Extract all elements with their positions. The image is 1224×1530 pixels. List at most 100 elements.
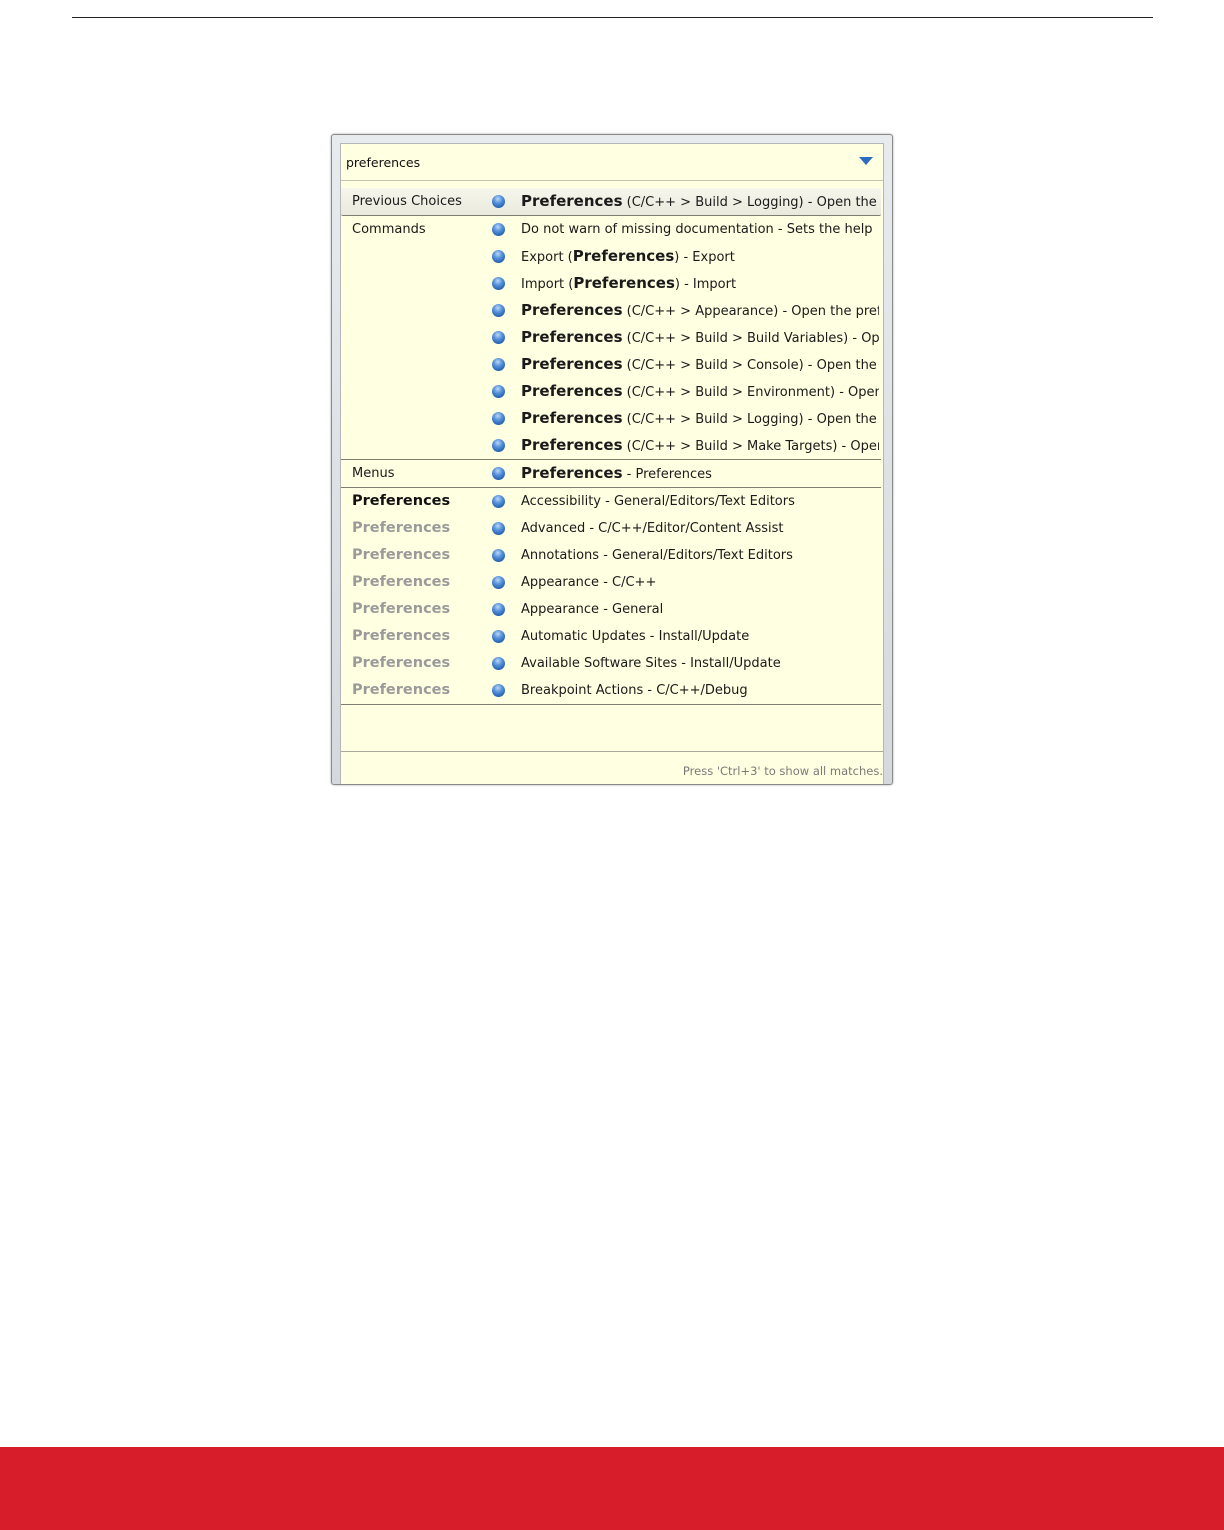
entry-text-part: Appearance - C/C++ xyxy=(521,575,657,590)
result-row[interactable]: Menus Preferences - Preferences xyxy=(341,460,881,488)
entry-text-part: Do not warn of missing documentation - S… xyxy=(521,222,873,237)
blue-sphere-icon xyxy=(492,549,505,562)
entry-text-part: ) - Import xyxy=(674,277,737,292)
highlighted-match: Preferences xyxy=(521,382,623,400)
chevron-down-icon[interactable] xyxy=(859,157,873,165)
result-entry-text: Advanced - C/C++/Editor/Content Assist xyxy=(521,515,879,542)
blue-sphere-icon xyxy=(492,195,505,208)
result-row[interactable]: Preferences Accessibility - General/Edito… xyxy=(341,488,881,515)
entry-text-part: ) - Export xyxy=(674,250,735,265)
result-entry-text: Annotations - General/Editors/Text Edito… xyxy=(521,542,879,569)
entry-text-part: Accessibility - General/Editors/Text Edi… xyxy=(521,494,795,509)
result-entry-text: Preferences (C/C++ > Build > Environment… xyxy=(521,378,879,405)
result-entry-text: Import (Preferences) - Import xyxy=(521,270,879,297)
entry-text-part: (C/C++ > Build > Logging) - Open the pre… xyxy=(626,195,879,210)
result-row[interactable]: Preferences Automatic Updates - Install/U… xyxy=(341,623,881,650)
result-category-label: Preferences xyxy=(352,520,451,536)
status-bar: Press 'Ctrl+3' to show all matches. xyxy=(341,751,883,784)
result-row[interactable]: Preferences Annotations - General/Editors… xyxy=(341,542,881,569)
quick-access-panel: Previous Choices Preferences (C/C++ > Bui… xyxy=(340,143,884,784)
entry-text-part: (C/C++ > Build > Logging) - Open the pre… xyxy=(626,412,879,427)
entry-text-part: Breakpoint Actions - C/C++/Debug xyxy=(521,683,748,698)
result-category-label: Preferences xyxy=(352,601,451,617)
result-row[interactable]: Preferences (C/C++ > Build > Make Target… xyxy=(341,432,881,460)
page-header-rule xyxy=(72,17,1153,18)
result-entry-text: Accessibility - General/Editors/Text Edi… xyxy=(521,488,879,515)
blue-sphere-icon xyxy=(492,358,505,371)
quick-access-search-box[interactable] xyxy=(341,144,883,181)
result-entry-text: Preferences - Preferences xyxy=(521,460,879,487)
result-row[interactable]: Preferences (C/C++ > Appearance) - Open … xyxy=(341,297,881,324)
result-entry-text: Do not warn of missing documentation - S… xyxy=(521,216,879,243)
result-entry-text: Appearance - C/C++ xyxy=(521,569,879,596)
blue-sphere-icon xyxy=(492,522,505,535)
blue-sphere-icon xyxy=(492,684,505,697)
result-row[interactable]: Preferences Appearance - C/C++ xyxy=(341,569,881,596)
result-entry-text: Preferences (C/C++ > Appearance) - Open … xyxy=(521,297,879,324)
entry-text-part: (C/C++ > Build > Environment) - Open the xyxy=(626,385,879,400)
blue-sphere-icon xyxy=(492,331,505,344)
result-category-label: Menus xyxy=(352,466,395,481)
result-entry-text: Preferences (C/C++ > Build > Make Target… xyxy=(521,432,879,459)
entry-text-part: Automatic Updates - Install/Update xyxy=(521,629,750,644)
entry-text-part: Import ( xyxy=(521,277,574,292)
result-row[interactable]: Preferences (C/C++ > Build > Build Varia… xyxy=(341,324,881,351)
results-list: Previous Choices Preferences (C/C++ > Bui… xyxy=(341,188,881,705)
result-entry-text: Automatic Updates - Install/Update xyxy=(521,623,879,650)
quick-access-popup: Previous Choices Preferences (C/C++ > Bui… xyxy=(331,134,893,785)
highlighted-match: Preferences xyxy=(573,274,675,292)
result-row[interactable]: Export (Preferences) - Export xyxy=(341,243,881,270)
blue-sphere-icon xyxy=(492,576,505,589)
highlighted-match: Preferences xyxy=(521,409,623,427)
result-row[interactable]: Commands Do not warn of missing documenta… xyxy=(341,216,881,243)
highlighted-match: Preferences xyxy=(521,328,623,346)
highlighted-match: Preferences xyxy=(521,436,623,454)
result-row[interactable]: Preferences Advanced - C/C++/Editor/Conte… xyxy=(341,515,881,542)
entry-text-part: Available Software Sites - Install/Updat… xyxy=(521,656,781,671)
result-entry-text: Available Software Sites - Install/Updat… xyxy=(521,650,879,677)
entry-text-part: (C/C++ > Build > Console) - Open the pre… xyxy=(626,358,879,373)
blue-sphere-icon xyxy=(492,630,505,643)
entry-text-part: - Preferences xyxy=(622,467,712,482)
result-category-label: Preferences xyxy=(352,493,451,509)
result-row[interactable]: Previous Choices Preferences (C/C++ > Bui… xyxy=(341,188,881,216)
result-entry-text: Export (Preferences) - Export xyxy=(521,243,879,270)
blue-sphere-icon xyxy=(492,495,505,508)
entry-text-part: Advanced - C/C++/Editor/Content Assist xyxy=(521,521,784,536)
entry-text-part: (C/C++ > Appearance) - Open the preferen… xyxy=(626,304,879,319)
blue-sphere-icon xyxy=(492,250,505,263)
result-row[interactable]: Preferences Breakpoint Actions - C/C++/De… xyxy=(341,677,881,705)
blue-sphere-icon xyxy=(492,439,505,452)
status-hint: Press 'Ctrl+3' to show all matches. xyxy=(682,764,883,778)
result-entry-text: Preferences (C/C++ > Build > Console) - … xyxy=(521,351,879,378)
result-category-label: Preferences xyxy=(352,547,451,563)
blue-sphere-icon xyxy=(492,223,505,236)
result-row[interactable]: Preferences (C/C++ > Build > Environment… xyxy=(341,378,881,405)
entry-text-part: (C/C++ > Build > Make Targets) - Open th… xyxy=(626,439,879,454)
result-row[interactable]: Preferences (C/C++ > Build > Console) - … xyxy=(341,351,881,378)
highlighted-match: Preferences xyxy=(521,355,623,373)
result-category-label: Previous Choices xyxy=(352,194,462,209)
result-row[interactable]: Preferences Available Software Sites - In… xyxy=(341,650,881,677)
blue-sphere-icon xyxy=(492,412,505,425)
blue-sphere-icon xyxy=(492,657,505,670)
result-category-label: Preferences xyxy=(352,682,451,698)
entry-text-part: Export ( xyxy=(521,250,573,265)
highlighted-match: Preferences xyxy=(521,192,623,210)
blue-sphere-icon xyxy=(492,467,505,480)
result-entry-text: Preferences (C/C++ > Build > Logging) - … xyxy=(521,405,879,432)
result-entry-text: Preferences (C/C++ > Build > Logging) - … xyxy=(521,188,879,215)
result-entry-text: Preferences (C/C++ > Build > Build Varia… xyxy=(521,324,879,351)
result-row[interactable]: Preferences (C/C++ > Build > Logging) - … xyxy=(341,405,881,432)
result-row[interactable]: Preferences Appearance - General xyxy=(341,596,881,623)
result-entry-text: Appearance - General xyxy=(521,596,879,623)
blue-sphere-icon xyxy=(492,385,505,398)
result-category-label: Preferences xyxy=(352,628,451,644)
result-entry-text: Breakpoint Actions - C/C++/Debug xyxy=(521,677,879,704)
result-row[interactable]: Import (Preferences) - Import xyxy=(341,270,881,297)
blue-sphere-icon xyxy=(492,304,505,317)
entry-text-part: Appearance - General xyxy=(521,602,664,617)
search-input[interactable] xyxy=(341,150,826,174)
entry-text-part: (C/C++ > Build > Build Variables) - Open… xyxy=(626,331,879,346)
blue-sphere-icon xyxy=(492,277,505,290)
